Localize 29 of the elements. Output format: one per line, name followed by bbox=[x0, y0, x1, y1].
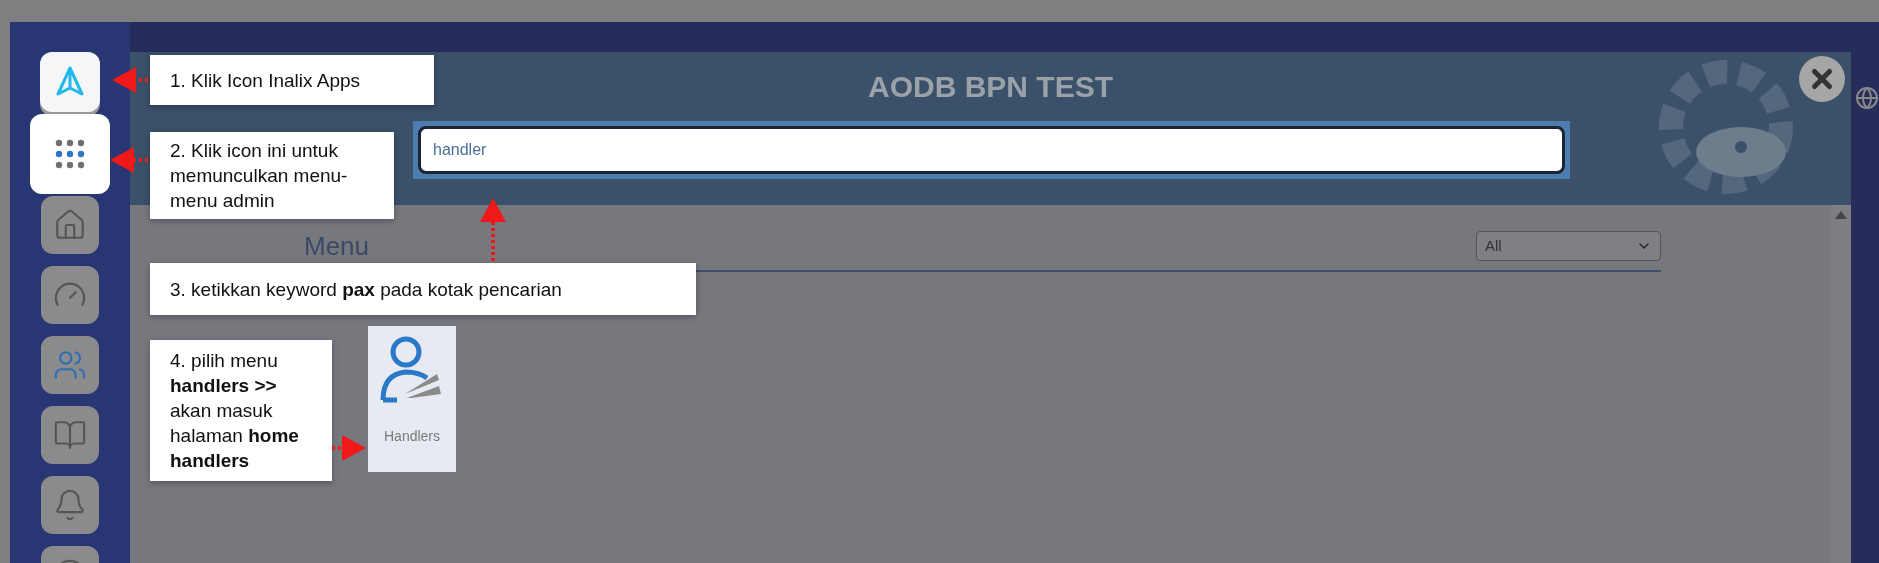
book-icon bbox=[53, 418, 87, 452]
globe-icon bbox=[1855, 86, 1879, 110]
pointer-arrow bbox=[110, 147, 148, 173]
filter-select[interactable]: All bbox=[1476, 231, 1661, 261]
pointer-arrow bbox=[332, 435, 366, 461]
instruction-note: 1. Klik Icon Inalix Apps bbox=[150, 55, 434, 105]
sidebar-button[interactable] bbox=[41, 196, 99, 254]
menu-heading: Menu bbox=[304, 230, 370, 263]
users-icon bbox=[53, 348, 87, 382]
pointer-arrow bbox=[112, 67, 148, 93]
sidebar-button[interactable] bbox=[41, 266, 99, 324]
window-title: AODB BPN TEST bbox=[868, 69, 1113, 105]
menu-tile[interactable]: Handlers bbox=[368, 326, 456, 472]
paper-plane-logo-icon bbox=[55, 66, 85, 98]
bell-icon bbox=[53, 488, 87, 522]
close-button[interactable] bbox=[1799, 56, 1845, 102]
instruction-note: 4. pilih menu handlers >> akan masuk halaman home handlers bbox=[150, 340, 332, 481]
sidebar-button[interactable] bbox=[41, 476, 99, 534]
scroll-up-icon[interactable] bbox=[1835, 211, 1847, 219]
search-field[interactable]: handler bbox=[418, 126, 1565, 174]
sidebar-button[interactable] bbox=[30, 114, 110, 194]
instruction-note: 2. Klik icon ini untuk memunculkan menu-menu admin bbox=[150, 132, 394, 219]
sidebar-button[interactable] bbox=[40, 52, 100, 112]
pointer-arrow bbox=[480, 198, 506, 261]
sidebar-button[interactable] bbox=[41, 406, 99, 464]
home-icon bbox=[53, 208, 87, 242]
app-grid-icon bbox=[54, 138, 86, 170]
instruction-note: 3. ketikkan keyword pax pada kotak pencarian bbox=[150, 263, 696, 315]
sidebar-button[interactable] bbox=[41, 336, 99, 394]
